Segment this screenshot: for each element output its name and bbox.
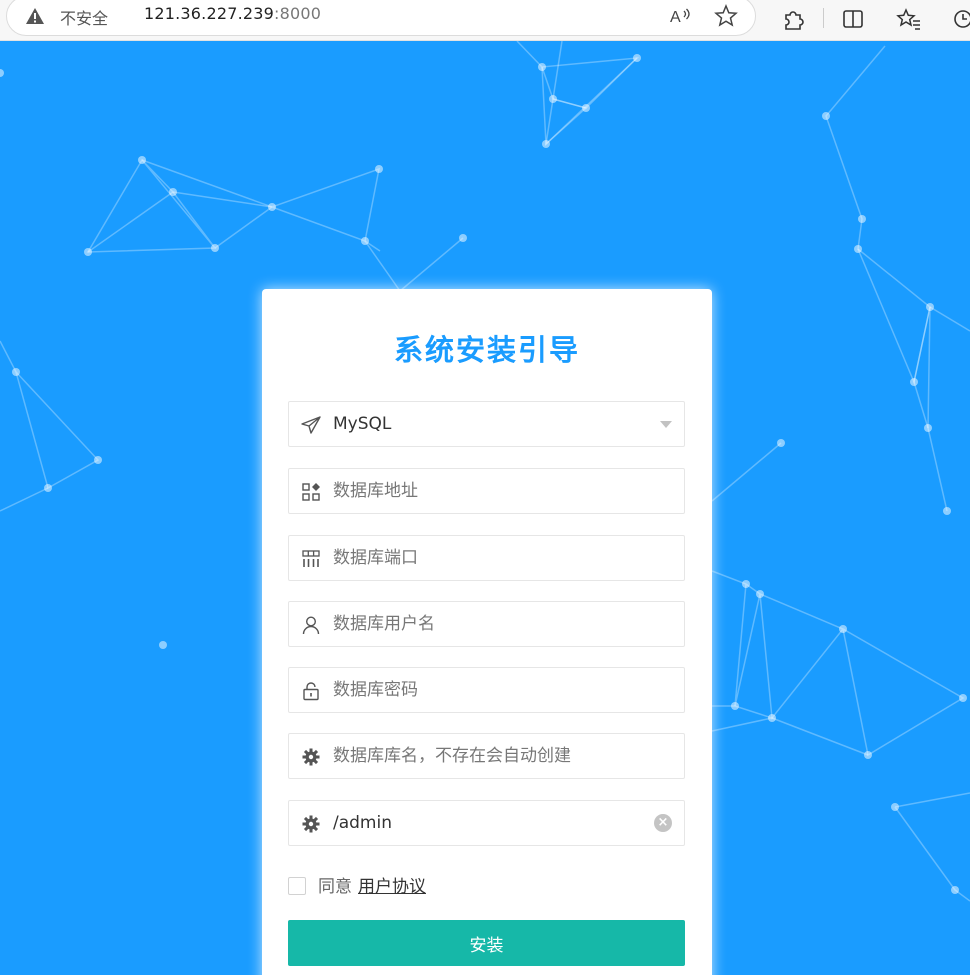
install-button[interactable]: 安装 (288, 920, 685, 966)
db-port-field[interactable]: 数据库端口 (288, 535, 685, 581)
paper-plane-icon (301, 416, 321, 434)
extensions-icon[interactable] (780, 6, 806, 32)
db-type-select[interactable]: MySQL (288, 401, 685, 447)
install-card: 系统安装引导 MySQL 数据库地址 数据库端口 数据库用户名 数据库密码 数据… (262, 289, 712, 975)
favorite-star-icon[interactable] (713, 3, 739, 29)
history-icon[interactable] (950, 6, 970, 32)
grid-icon (302, 550, 320, 567)
admin-path-value: /admin (333, 813, 392, 833)
db-host-field[interactable]: 数据库地址 (288, 468, 685, 514)
url-port: :8000 (274, 4, 322, 23)
url-host: 121.36.227.239 (144, 4, 275, 23)
db-user-field[interactable]: 数据库用户名 (288, 601, 685, 647)
security-label[interactable]: 不安全 (60, 5, 108, 29)
user-icon (302, 616, 320, 635)
warning-icon[interactable] (25, 7, 45, 25)
toolbar-divider (823, 8, 824, 28)
gear-icon (302, 815, 320, 833)
clear-input-icon[interactable]: × (654, 814, 672, 832)
db-name-placeholder: 数据库库名，不存在会自动创建 (333, 746, 571, 766)
agree-label[interactable]: 同意 (318, 877, 352, 897)
address-bar[interactable]: 不安全 121.36.227.239:8000 A (6, 0, 756, 36)
db-type-value: MySQL (333, 414, 392, 434)
url-text[interactable]: 121.36.227.239:8000 (144, 4, 321, 23)
db-user-placeholder: 数据库用户名 (333, 614, 435, 634)
lock-icon (303, 682, 319, 701)
db-name-field[interactable]: 数据库库名，不存在会自动创建 (288, 733, 685, 779)
db-host-placeholder: 数据库地址 (333, 481, 418, 501)
svg-text:A: A (670, 9, 681, 26)
favorites-icon[interactable] (896, 6, 922, 32)
db-port-placeholder: 数据库端口 (333, 548, 418, 568)
admin-path-field[interactable]: /admin × (288, 800, 685, 846)
agree-checkbox[interactable] (288, 877, 306, 895)
split-screen-icon[interactable] (840, 6, 866, 32)
page-background: 系统安装引导 MySQL 数据库地址 数据库端口 数据库用户名 数据库密码 数据… (0, 41, 970, 975)
page-title: 系统安装引导 (393, 333, 580, 367)
db-password-placeholder: 数据库密码 (333, 680, 418, 700)
chevron-down-icon (660, 421, 672, 428)
db-password-field[interactable]: 数据库密码 (288, 667, 685, 713)
apps-icon (302, 483, 320, 501)
user-agreement-link[interactable]: 用户协议 (358, 877, 426, 897)
read-aloud-icon[interactable]: A (667, 3, 693, 29)
browser-toolbar: 不安全 121.36.227.239:8000 A (0, 0, 970, 41)
gear-icon (302, 748, 320, 766)
